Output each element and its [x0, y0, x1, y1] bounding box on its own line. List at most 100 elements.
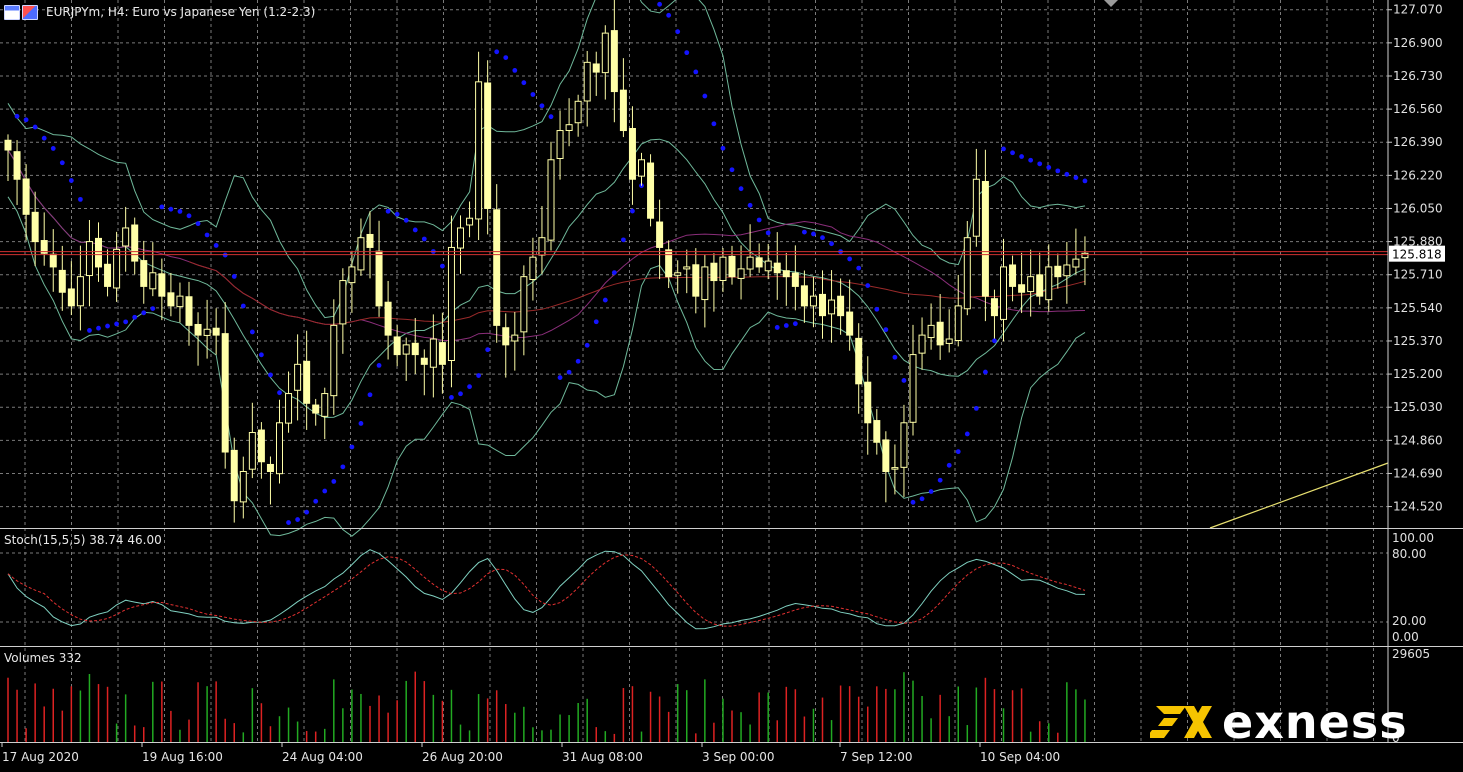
- sar-dot: [195, 221, 201, 227]
- chart-canvas[interactable]: 127.070 126.900 126.730 126.560 126.390 126.2…: [0, 0, 1463, 768]
- sar-dot: [503, 55, 509, 61]
- exness-logo-text: exness: [1222, 695, 1408, 749]
- sar-dot: [367, 392, 373, 398]
- candle: [122, 206, 130, 272]
- candle-body: [864, 381, 872, 424]
- sar-dot: [983, 369, 988, 375]
- candle-body: [104, 263, 112, 287]
- sar-dot: [322, 488, 328, 494]
- candle: [927, 303, 935, 350]
- sar-dot: [268, 372, 273, 378]
- sar-dot: [820, 235, 825, 241]
- sar-dot: [358, 421, 364, 426]
- candle-body: [402, 344, 410, 355]
- axis-labels: 127.070 126.900 126.730 126.560 126.390 126.2…: [1, 3, 1445, 764]
- sar-dot: [494, 49, 500, 55]
- candle: [230, 437, 238, 523]
- candle: [384, 280, 392, 360]
- sar-dot: [566, 369, 572, 375]
- sar-dot: [946, 462, 952, 468]
- sar-dot: [630, 208, 635, 214]
- candle: [357, 218, 365, 276]
- sar-dot: [783, 323, 789, 328]
- candle-body: [936, 321, 944, 346]
- sar-dot: [747, 202, 753, 208]
- candle: [312, 398, 320, 426]
- candle: [954, 274, 962, 347]
- candle: [1081, 236, 1089, 286]
- sar-dot: [376, 362, 382, 368]
- sar-dot: [729, 167, 735, 173]
- chart-window[interactable]: 127.070 126.900 126.730 126.560 126.390 126.2…: [0, 0, 1463, 768]
- sar-dot: [792, 321, 798, 327]
- sar-dot: [177, 208, 183, 214]
- candle-body: [972, 178, 980, 237]
- candle: [882, 431, 890, 503]
- sar-dot: [883, 327, 889, 333]
- price-axis-label: 125.030: [1393, 400, 1443, 414]
- candle: [619, 58, 627, 138]
- candle: [538, 206, 546, 275]
- sar-dot: [774, 325, 780, 330]
- candle-body: [131, 224, 139, 262]
- candle: [1027, 249, 1035, 317]
- chart-window-icon[interactable]: [4, 4, 20, 20]
- current-price-line: [0, 251, 1388, 256]
- sar-dot: [557, 375, 563, 380]
- price-axis-label: 125.710: [1393, 268, 1443, 282]
- sar-dot: [530, 92, 536, 97]
- candle-body: [95, 237, 102, 268]
- candle-body: [592, 63, 600, 73]
- time-axis-label: 10 Sep 04:00: [980, 750, 1060, 764]
- time-axis-label: 17 Aug 2020: [2, 750, 79, 764]
- candle-body: [303, 360, 311, 404]
- sar-dot: [865, 283, 871, 288]
- candle: [447, 215, 455, 388]
- sar-dot: [259, 352, 264, 358]
- sar-dot: [141, 310, 147, 316]
- candle: [592, 51, 600, 96]
- candle-body: [31, 211, 39, 243]
- sar-dot: [702, 93, 708, 99]
- price-axis-label: 124.520: [1393, 500, 1443, 514]
- candle: [710, 253, 718, 312]
- candle-body: [909, 354, 917, 423]
- candle: [656, 199, 664, 280]
- candle: [76, 245, 84, 331]
- sar-dot: [231, 274, 237, 279]
- volume-max-label: 29605: [1392, 647, 1430, 661]
- candle: [411, 317, 419, 375]
- candle: [981, 149, 989, 322]
- candle: [366, 211, 374, 279]
- candle-body: [330, 324, 338, 397]
- candle: [4, 134, 12, 181]
- candle: [375, 220, 383, 317]
- symbol-flag-icon[interactable]: [22, 4, 38, 20]
- sar-dot: [992, 338, 997, 344]
- candle-body: [239, 470, 247, 503]
- candle: [67, 261, 75, 316]
- parabolic-sar: [14, 1, 1088, 525]
- candle: [85, 219, 93, 307]
- candle-body: [257, 429, 265, 463]
- candle: [58, 245, 66, 311]
- candle: [819, 270, 826, 339]
- candle: [457, 215, 464, 274]
- candle-body: [981, 180, 989, 297]
- chart-title: EURJPYm, H4: Euro vs Japanese Yen (1.2-2…: [46, 5, 316, 19]
- sar-dot: [349, 444, 355, 450]
- sar-dot: [693, 69, 699, 75]
- sar-dot: [59, 160, 65, 166]
- candle-body: [411, 342, 419, 356]
- sar-dot: [1010, 150, 1015, 156]
- sar-dot: [892, 354, 898, 360]
- sar-dot: [910, 499, 916, 505]
- sar-dot: [14, 113, 20, 119]
- candle-body: [773, 262, 781, 274]
- sar-dot: [1019, 154, 1024, 159]
- candle-body: [294, 363, 302, 391]
- candle-body: [610, 30, 618, 93]
- candle-body: [321, 393, 329, 417]
- candle-body: [511, 334, 519, 342]
- candle: [493, 184, 501, 343]
